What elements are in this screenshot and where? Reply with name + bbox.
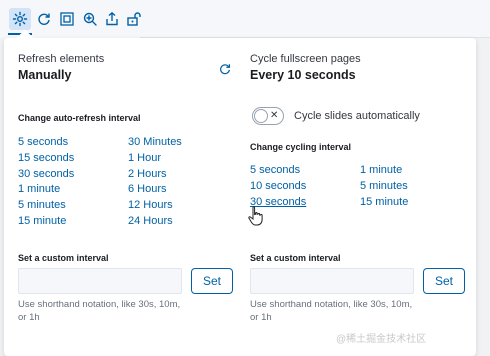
refresh-interval-option[interactable]: 2 Hours (128, 168, 167, 180)
auto-refresh-title: Change auto-refresh interval (18, 113, 141, 123)
custom-refresh-title: Set a custom interval (18, 253, 109, 263)
cycle-toggle-label: Cycle slides automatically (294, 110, 420, 122)
refresh-button[interactable] (33, 8, 55, 30)
refresh-label: Refresh elements (18, 53, 105, 65)
custom-refresh-input[interactable] (18, 268, 182, 294)
custom-cycle-title: Set a custom interval (250, 253, 341, 263)
cycle-interval-option[interactable]: 10 seconds (250, 180, 306, 192)
refresh-interval-option[interactable]: 12 Hours (128, 199, 173, 211)
refresh-interval-option[interactable]: 30 seconds (18, 168, 74, 180)
cycle-interval-option[interactable]: 15 minute (360, 196, 408, 208)
lock-button[interactable] (123, 8, 145, 30)
refresh-icon (38, 13, 50, 25)
set-cycle-button[interactable]: Set (423, 268, 465, 294)
share-icon (106, 11, 118, 26)
cycle-toggle[interactable]: ✕ (252, 107, 284, 125)
zoom-in-icon (83, 12, 97, 26)
hand-cursor-icon (248, 206, 263, 226)
toggle-knob (254, 109, 268, 123)
refresh-interval-option[interactable]: 1 minute (18, 183, 60, 195)
refresh-interval-option[interactable]: 15 minute (18, 215, 66, 227)
settings-popover: Refresh elements Manually Change auto-re… (4, 29, 476, 356)
watermark: @稀土掘金技术社区 (336, 334, 427, 345)
settings-button[interactable] (9, 8, 31, 30)
cycle-interval-option[interactable]: 1 minute (360, 164, 402, 176)
cycle-value: Every 10 seconds (250, 68, 356, 82)
refresh-interval-option[interactable]: 5 seconds (18, 136, 68, 148)
cycle-interval-option[interactable]: 5 minutes (360, 180, 408, 192)
lock-open-icon (127, 12, 141, 26)
cycle-help-text: Use shorthand notation, like 30s, 10m, o… (250, 299, 413, 323)
zoom-button[interactable] (79, 8, 101, 30)
refresh-interval-option[interactable]: 24 Hours (128, 215, 173, 227)
cycle-label: Cycle fullscreen pages (250, 53, 361, 65)
refresh-interval-option[interactable]: 15 seconds (18, 152, 74, 164)
refresh-interval-option[interactable]: 5 minutes (18, 199, 66, 211)
share-button[interactable] (101, 8, 123, 30)
close-icon: ✕ (270, 110, 279, 121)
refresh-now-button[interactable] (218, 62, 232, 76)
fullscreen-button[interactable] (56, 8, 78, 30)
cycle-interval-option[interactable]: 5 seconds (250, 164, 300, 176)
fullscreen-icon (60, 12, 74, 26)
cycling-interval-title: Change cycling interval (250, 142, 352, 152)
toolbar (0, 0, 490, 38)
refresh-icon (220, 64, 230, 75)
refresh-interval-option[interactable]: 1 Hour (128, 152, 161, 164)
refresh-value: Manually (18, 68, 72, 82)
gear-icon (12, 11, 28, 27)
set-refresh-button[interactable]: Set (191, 268, 233, 294)
refresh-interval-option[interactable]: 30 Minutes (128, 136, 182, 148)
refresh-interval-option[interactable]: 6 Hours (128, 183, 167, 195)
refresh-help-text: Use shorthand notation, like 30s, 10m, o… (18, 299, 181, 323)
custom-cycle-input[interactable] (250, 268, 414, 294)
